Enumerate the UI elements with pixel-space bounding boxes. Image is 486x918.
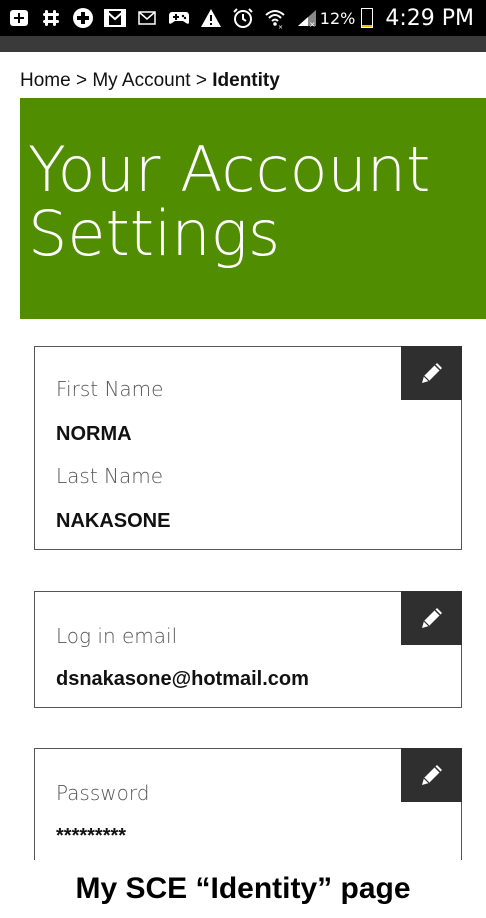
gmail-icon — [104, 7, 126, 29]
last-name-label: Last Name — [56, 464, 164, 488]
first-name-label: First Name — [56, 377, 164, 401]
mail-icon — [136, 7, 158, 29]
slack-icon — [40, 7, 62, 29]
add-icon — [72, 7, 94, 29]
breadcrumb-separator: > — [195, 70, 207, 91]
signal-icon: × — [296, 7, 318, 29]
page-title: Your Account Settings — [28, 138, 468, 266]
breadcrumb: Home > My Account > Identity — [20, 70, 280, 92]
caption: My SCE “Identity” page — [75, 872, 411, 905]
warning-icon — [200, 7, 222, 29]
svg-text:×: × — [278, 24, 283, 29]
pencil-icon — [421, 608, 442, 628]
login-email-value: dsnakasone@hotmail.com — [56, 668, 309, 690]
name-card: First Name NORMA Last Name NAKASONE — [34, 346, 462, 550]
status-bar-icons: × × — [8, 7, 318, 29]
game-icon — [168, 7, 190, 29]
pencil-icon — [421, 765, 442, 785]
status-bar: × × 12% 4:29 PM — [0, 0, 486, 36]
edit-name-button[interactable] — [401, 346, 462, 400]
breadcrumb-home-link[interactable]: Home — [20, 70, 71, 91]
browser-toolbar — [0, 36, 486, 52]
password-card: Password ********* — [34, 748, 462, 860]
alarm-icon — [232, 7, 254, 29]
password-value: ********* — [56, 825, 127, 847]
svg-text:×: × — [309, 20, 316, 28]
pencil-icon — [421, 363, 442, 383]
password-label: Password — [56, 781, 150, 805]
email-card: Log in email dsnakasone@hotmail.com — [34, 591, 462, 708]
breadcrumb-current: Identity — [212, 70, 280, 91]
first-name-value: NORMA — [56, 423, 132, 445]
page-title-line-1: Your Account — [28, 133, 431, 206]
battery-percent: 12% — [319, 8, 356, 28]
breadcrumb-separator: > — [75, 70, 88, 91]
battery-icon — [361, 8, 374, 28]
page-title-line-2: Settings — [28, 197, 281, 270]
login-email-label: Log in email — [56, 624, 178, 648]
last-name-value: NAKASONE — [56, 510, 171, 532]
edit-email-button[interactable] — [401, 591, 462, 645]
notification-icon — [8, 7, 30, 29]
wifi-icon: × — [264, 7, 286, 29]
breadcrumb-my-account-link[interactable]: My Account — [92, 70, 190, 91]
page-hero: Your Account Settings — [20, 98, 486, 319]
edit-password-button[interactable] — [401, 748, 462, 802]
clock: 4:29 PM — [385, 5, 474, 31]
status-bar-right: 12% 4:29 PM — [320, 6, 474, 31]
